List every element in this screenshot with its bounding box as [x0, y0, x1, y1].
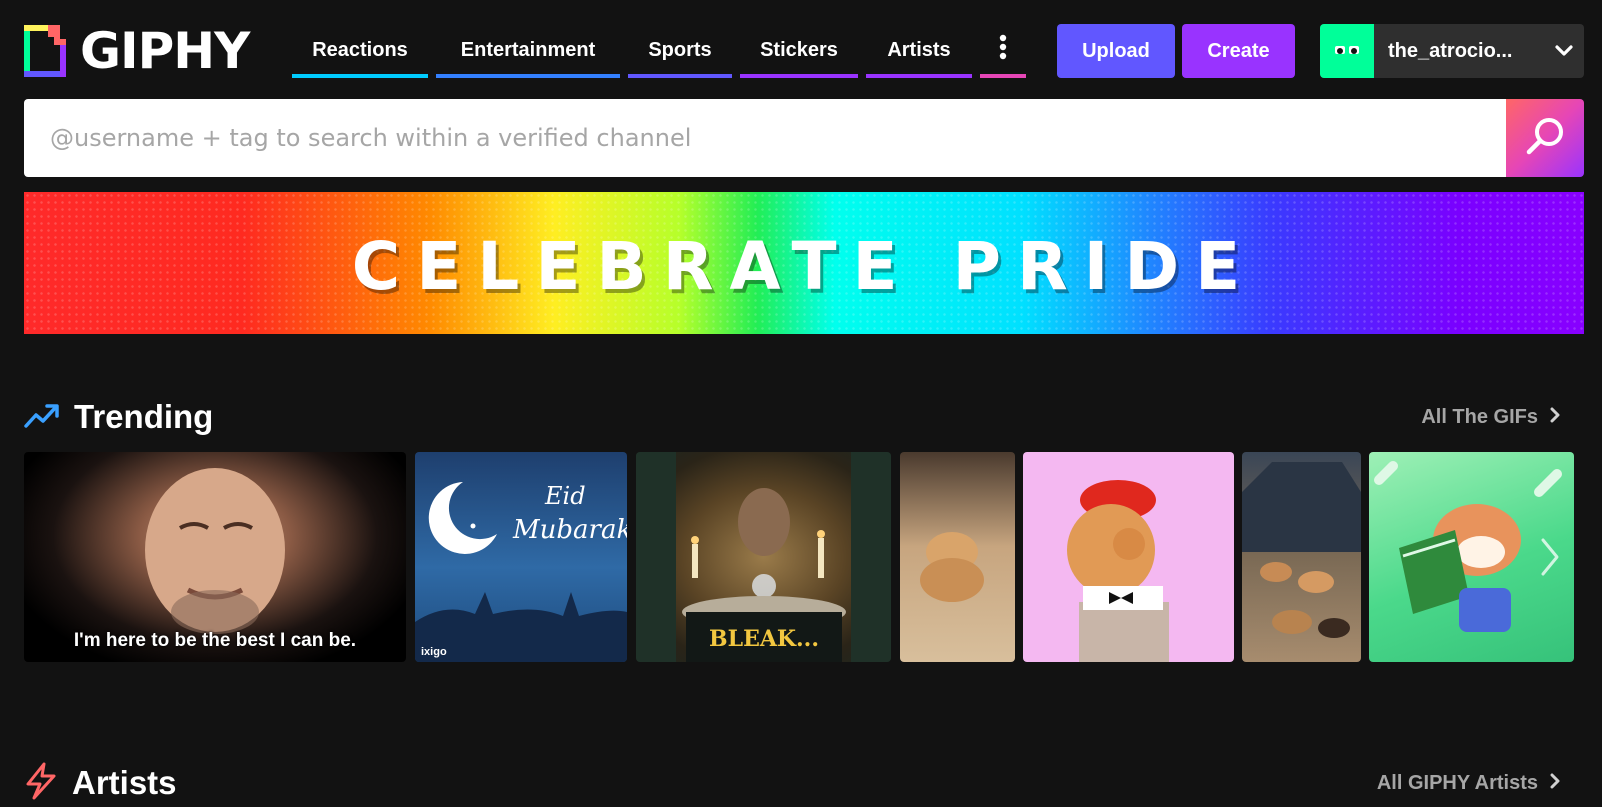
trending-arrow-icon	[24, 400, 60, 435]
nav-underline	[292, 74, 428, 78]
create-button[interactable]: Create	[1182, 24, 1295, 78]
giphy-logo-mark-icon	[24, 25, 66, 77]
chevron-right-icon	[1538, 406, 1560, 429]
gif-tile[interactable]	[1369, 452, 1574, 662]
nav-more-button[interactable]	[980, 22, 1026, 78]
avatar	[1320, 24, 1374, 78]
gif-tile[interactable]: BLEAK...	[636, 452, 891, 662]
chevron-right-icon	[1538, 772, 1560, 795]
nav-item-label: Stickers	[760, 38, 838, 61]
trending-carousel: I'm here to be the best I can be. Eid Mu…	[24, 452, 1578, 662]
user-menu[interactable]: the_atrocio...	[1320, 24, 1584, 78]
gif-overlay-text: Mubarak	[512, 515, 627, 545]
section-title: Trending	[74, 398, 214, 435]
section-link-label: All The GIFs	[1421, 405, 1538, 428]
nav-item-entertainment[interactable]: Entertainment	[436, 22, 620, 78]
trending-header: Trending All The GIFs	[24, 395, 1584, 439]
top-header: GIPHY Reactions Entertainment Sports Sti…	[24, 22, 1584, 80]
search-bar	[24, 99, 1584, 177]
gif-tile[interactable]	[1242, 452, 1361, 662]
gif-tile[interactable]: I'm here to be the best I can be.	[24, 452, 406, 662]
banner-title: CELEBRATE PRIDE	[351, 228, 1257, 305]
nav-underline	[980, 74, 1026, 78]
artists-header: Artists All GIPHY Artists	[24, 761, 1584, 805]
gif-tile[interactable]: Eid Mubarak ixigo	[415, 452, 627, 662]
nav-item-label: Reactions	[312, 38, 408, 61]
giphy-logo[interactable]: GIPHY	[24, 22, 250, 80]
section-title: Artists	[72, 764, 177, 801]
gif-tile[interactable]	[900, 452, 1015, 662]
nav-underline	[436, 74, 620, 78]
nav-item-sports[interactable]: Sports	[628, 22, 732, 78]
username-label: the_atrocio...	[1388, 39, 1513, 62]
nav-underline	[628, 74, 732, 78]
main-nav: Reactions Entertainment Sports Stickers …	[292, 22, 1034, 80]
avatar-eye	[1335, 46, 1345, 54]
all-the-gifs-link[interactable]: All The GIFs	[1421, 406, 1560, 429]
nav-item-reactions[interactable]: Reactions	[292, 22, 428, 78]
search-icon	[1523, 114, 1567, 163]
gif-tile[interactable]	[1023, 452, 1234, 662]
lightning-bolt-icon	[24, 762, 58, 805]
search-button[interactable]	[1506, 99, 1584, 177]
nav-item-label: Sports	[648, 38, 712, 61]
nav-item-artists[interactable]: Artists	[866, 22, 972, 78]
section-link-label: All GIPHY Artists	[1376, 771, 1538, 794]
search-input[interactable]	[24, 99, 1506, 177]
nav-item-label: Artists	[887, 38, 951, 61]
logo-text: GIPHY	[80, 22, 250, 80]
nav-item-label: Entertainment	[460, 38, 596, 61]
nav-item-stickers[interactable]: Stickers	[740, 22, 858, 78]
gif-overlay-text: BLEAK...	[709, 626, 819, 652]
avatar-eye	[1349, 46, 1359, 54]
carousel-next-icon[interactable]	[1540, 537, 1560, 582]
all-giphy-artists-link[interactable]: All GIPHY Artists	[1377, 772, 1560, 795]
nav-underline	[740, 74, 858, 78]
gif-overlay-text: Eid	[544, 482, 586, 510]
vertical-dots-icon	[999, 34, 1007, 66]
pride-banner[interactable]: CELEBRATE PRIDE	[24, 192, 1584, 334]
gif-caption: I'm here to be the best I can be.	[73, 630, 357, 651]
upload-button[interactable]: Upload	[1057, 24, 1175, 78]
gif-watermark: ixigo	[421, 646, 447, 658]
chevron-down-icon	[1544, 45, 1584, 57]
nav-underline	[866, 74, 972, 78]
